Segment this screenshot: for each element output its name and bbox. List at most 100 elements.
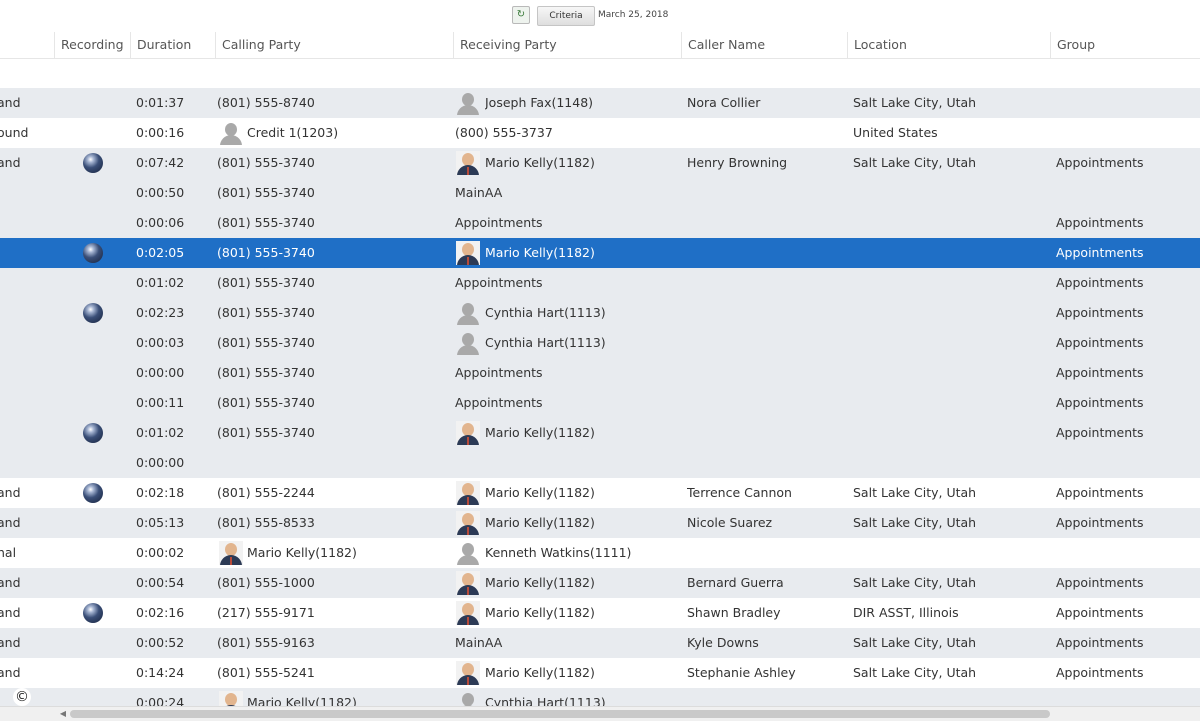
table-row[interactable]: and 0:02:18 (801) 555-2244 Mario Kelly(1182… xyxy=(0,478,1200,508)
location-cell xyxy=(853,268,1048,298)
table-row[interactable]: and 0:14:24 (801) 555-5241 Mario Kelly(1182… xyxy=(0,658,1200,688)
recording-play-icon[interactable] xyxy=(83,483,103,503)
calling-party-cell: (801) 555-3740 xyxy=(217,305,315,320)
table-row[interactable]: and 0:00:54 (801) 555-1000 Mario Kelly(1182… xyxy=(0,568,1200,598)
group-cell: Appointments xyxy=(1056,395,1144,410)
column-header-recording[interactable]: Recording xyxy=(54,32,130,58)
direction-cell xyxy=(0,298,54,328)
column-header-receiving-party[interactable]: Receiving Party xyxy=(453,32,681,58)
copyright-symbol: © xyxy=(13,688,31,706)
group-cell: Appointments xyxy=(1056,575,1144,590)
group-cell xyxy=(1056,178,1198,208)
duration-cell: 0:02:05 xyxy=(136,245,185,260)
direction-cell: nal xyxy=(0,545,17,560)
column-header-caller-name[interactable]: Caller Name xyxy=(681,32,847,58)
table-row[interactable]: 0:01:02 (801) 555-3740 Mario Kelly(1182) Ap… xyxy=(0,418,1200,448)
recording-play-icon[interactable] xyxy=(83,303,103,323)
group-cell: Appointments xyxy=(1056,665,1144,680)
scrollbar-thumb[interactable] xyxy=(70,710,1050,718)
table-row-selected[interactable]: 0:02:05 (801) 555-3740 Mario Kelly(1182) Ap… xyxy=(0,238,1200,268)
table-row[interactable]: 0:00:03 (801) 555-3740 Cynthia Hart(1113) A… xyxy=(0,328,1200,358)
table-row[interactable]: nal 0:00:02 Mario Kelly(1182) Kenneth Watki… xyxy=(0,538,1200,568)
receiving-party-cell xyxy=(455,448,679,478)
avatar-tie xyxy=(467,497,469,505)
location-cell xyxy=(853,238,1048,268)
caller-name-cell: Henry Browning xyxy=(687,155,788,170)
recording-play-icon[interactable] xyxy=(83,243,103,263)
caller-name-cell xyxy=(687,358,845,388)
table-row[interactable]: 0:00:00 xyxy=(0,448,1200,478)
calling-party-cell: (801) 555-8740 xyxy=(217,95,315,110)
location-cell: Salt Lake City, Utah xyxy=(853,665,977,680)
group-cell xyxy=(1056,118,1198,148)
caller-name-cell: Nora Collier xyxy=(687,95,761,110)
receiving-party-cell: Mario Kelly(1182) xyxy=(485,245,595,260)
location-cell: Salt Lake City, Utah xyxy=(853,575,977,590)
avatar-body xyxy=(457,105,479,115)
receiving-party-cell: Appointments xyxy=(455,215,543,230)
table-row[interactable]: 0:00:11 (801) 555-3740 Appointments Appoint… xyxy=(0,388,1200,418)
caller-name-cell xyxy=(687,688,845,706)
table-row[interactable]: 0:00:24 Mario Kelly(1182) Cynthia Hart(111… xyxy=(0,688,1200,706)
recording-play-icon[interactable] xyxy=(83,423,103,443)
user-photo-icon xyxy=(456,601,480,625)
caller-name-cell xyxy=(687,328,845,358)
table-row[interactable]: ound 0:00:16 Credit 1(1203) (800) 555-3737 U… xyxy=(0,118,1200,148)
criteria-button[interactable]: Criteria xyxy=(537,6,595,26)
group-cell xyxy=(1056,688,1198,706)
table-row[interactable]: 0:00:00 (801) 555-3740 Appointments Appoint… xyxy=(0,358,1200,388)
scroll-left-arrow-icon[interactable]: ◀ xyxy=(58,709,68,719)
location-cell xyxy=(853,298,1048,328)
table-row[interactable]: and 0:02:16 (217) 555-9171 Mario Kelly(1182… xyxy=(0,598,1200,628)
direction-cell: and xyxy=(0,575,21,590)
avatar-tie xyxy=(467,587,469,595)
table-row[interactable]: and 0:00:52 (801) 555-9163 MainAA Kyle Downs… xyxy=(0,628,1200,658)
refresh-icon[interactable]: ↻ xyxy=(512,6,530,24)
column-header-direction[interactable] xyxy=(0,32,54,58)
group-cell: Appointments xyxy=(1056,635,1144,650)
table-row[interactable]: and 0:07:42 (801) 555-3740 Mario Kelly(1182… xyxy=(0,148,1200,178)
column-header-calling-party[interactable]: Calling Party xyxy=(215,32,453,58)
caller-name-cell: Terrence Cannon xyxy=(687,485,792,500)
column-header-group[interactable]: Group xyxy=(1050,32,1200,58)
duration-cell: 0:00:54 xyxy=(136,575,185,590)
avatar-tie xyxy=(230,557,232,565)
column-header-location[interactable]: Location xyxy=(847,32,1050,58)
horizontal-scrollbar[interactable]: ◀ xyxy=(0,706,1200,721)
direction-cell xyxy=(0,388,54,418)
avatar-body xyxy=(220,135,242,145)
group-cell: Appointments xyxy=(1056,485,1144,500)
avatar-body xyxy=(457,315,479,325)
direction-cell: and xyxy=(0,155,21,170)
duration-cell: 0:05:13 xyxy=(136,515,185,530)
location-cell: United States xyxy=(853,125,938,140)
caller-name-cell xyxy=(687,208,845,238)
direction-cell: and xyxy=(0,635,21,650)
group-cell: Appointments xyxy=(1056,605,1144,620)
column-header-duration[interactable]: Duration xyxy=(130,32,215,58)
calling-party-cell: (801) 555-1000 xyxy=(217,575,315,590)
group-cell: Appointments xyxy=(1056,245,1144,260)
receiving-party-cell: Mario Kelly(1182) xyxy=(485,575,595,590)
table-row[interactable]: 0:02:23 (801) 555-3740 Cynthia Hart(1113) A… xyxy=(0,298,1200,328)
caller-name-cell xyxy=(687,538,845,568)
receiving-party-cell: Mario Kelly(1182) xyxy=(485,665,595,680)
direction-cell xyxy=(0,268,54,298)
recording-play-icon[interactable] xyxy=(83,153,103,173)
table-row[interactable]: 0:00:50 (801) 555-3740 MainAA xyxy=(0,178,1200,208)
user-silhouette-icon xyxy=(456,91,480,115)
table-row[interactable]: and 0:05:13 (801) 555-8533 Mario Kelly(1182… xyxy=(0,508,1200,538)
calling-party-cell: (801) 555-5241 xyxy=(217,665,315,680)
direction-cell xyxy=(0,328,54,358)
calling-party-cell: (217) 555-9171 xyxy=(217,605,315,620)
table-row[interactable]: and 0:01:37 (801) 555-8740 Joseph Fax(1148)… xyxy=(0,88,1200,118)
calling-party-cell xyxy=(217,448,451,478)
direction-cell xyxy=(0,178,54,208)
table-row[interactable]: 0:00:06 (801) 555-3740 Appointments Appoint… xyxy=(0,208,1200,238)
recording-play-icon[interactable] xyxy=(83,603,103,623)
table-row[interactable]: 0:01:02 (801) 555-3740 Appointments Appoint… xyxy=(0,268,1200,298)
caller-name-cell xyxy=(687,448,845,478)
group-cell: Appointments xyxy=(1056,305,1144,320)
duration-cell: 0:00:02 xyxy=(136,545,185,560)
caller-name-cell xyxy=(687,388,845,418)
